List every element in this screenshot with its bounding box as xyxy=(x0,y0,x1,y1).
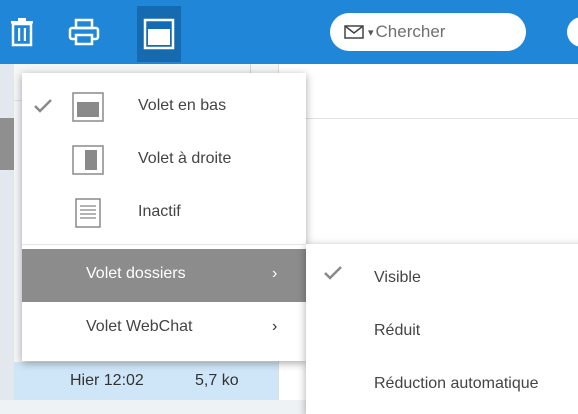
menu-item-label: Volet WebChat xyxy=(86,318,193,335)
menu-item-label: Inactif xyxy=(138,203,181,220)
submenu-item-visible[interactable]: Visible xyxy=(306,248,578,301)
row-date: Hier 12:02 xyxy=(70,372,144,389)
submenu-item-auto-reduce[interactable]: Réduction automatique xyxy=(306,354,578,407)
print-button[interactable] xyxy=(62,8,106,56)
chevron-right-icon: › xyxy=(272,318,278,335)
menu-item-pane-right[interactable]: Volet à droite xyxy=(22,134,306,187)
pane-right-icon xyxy=(72,145,104,175)
pane-bottom-icon xyxy=(72,92,104,122)
submenu-item-reduced[interactable]: Réduit xyxy=(306,301,578,354)
reading-pane-divider xyxy=(278,118,578,119)
chevron-right-icon: › xyxy=(272,265,278,282)
menu-item-pane-bottom[interactable]: Volet en bas xyxy=(22,81,306,134)
folder-pane-submenu: Visible Réduit Réduction automatique xyxy=(306,244,578,414)
pane-off-icon xyxy=(75,198,101,228)
folder-pane-selected xyxy=(0,118,14,170)
submenu-item-label: Réduit xyxy=(374,322,421,339)
trash-icon xyxy=(11,18,33,47)
delete-button[interactable] xyxy=(0,8,44,56)
mail-icon xyxy=(344,25,364,39)
menu-item-pane-off[interactable]: Inactif xyxy=(22,187,306,240)
menu-item-folder-pane[interactable]: Volet dossiers › xyxy=(22,249,306,302)
search-placeholder: Chercher xyxy=(375,22,446,41)
menu-item-webchat-pane[interactable]: Volet WebChat › xyxy=(22,302,306,355)
checkmark-icon xyxy=(324,266,342,280)
printer-icon xyxy=(68,18,100,46)
table-row[interactable]: Hier 12:02 5,7 ko xyxy=(14,362,278,400)
submenu-item-label: Visible xyxy=(374,269,421,286)
folder-pane-strip xyxy=(0,64,14,400)
menu-item-label: Volet en bas xyxy=(138,97,227,114)
toolbar-edge-button[interactable] xyxy=(567,17,578,47)
search-box[interactable]: ▾ Chercher xyxy=(330,13,526,51)
reading-pane-menu: Volet en bas Volet à droite Inactif Vole… xyxy=(22,73,306,361)
submenu-item-label: Réduction automatique xyxy=(374,375,539,392)
menu-item-label: Volet dossiers xyxy=(86,265,186,282)
menu-separator xyxy=(22,244,306,245)
checkmark-icon xyxy=(34,99,52,113)
reading-pane-icon xyxy=(143,18,175,50)
reading-pane-button[interactable] xyxy=(137,6,181,62)
toolbar: ▾ Chercher xyxy=(0,0,578,64)
menu-item-label: Volet à droite xyxy=(138,150,232,167)
search-scope-caret-icon[interactable]: ▾ xyxy=(368,26,374,39)
row-size: 5,7 ko xyxy=(195,372,239,389)
